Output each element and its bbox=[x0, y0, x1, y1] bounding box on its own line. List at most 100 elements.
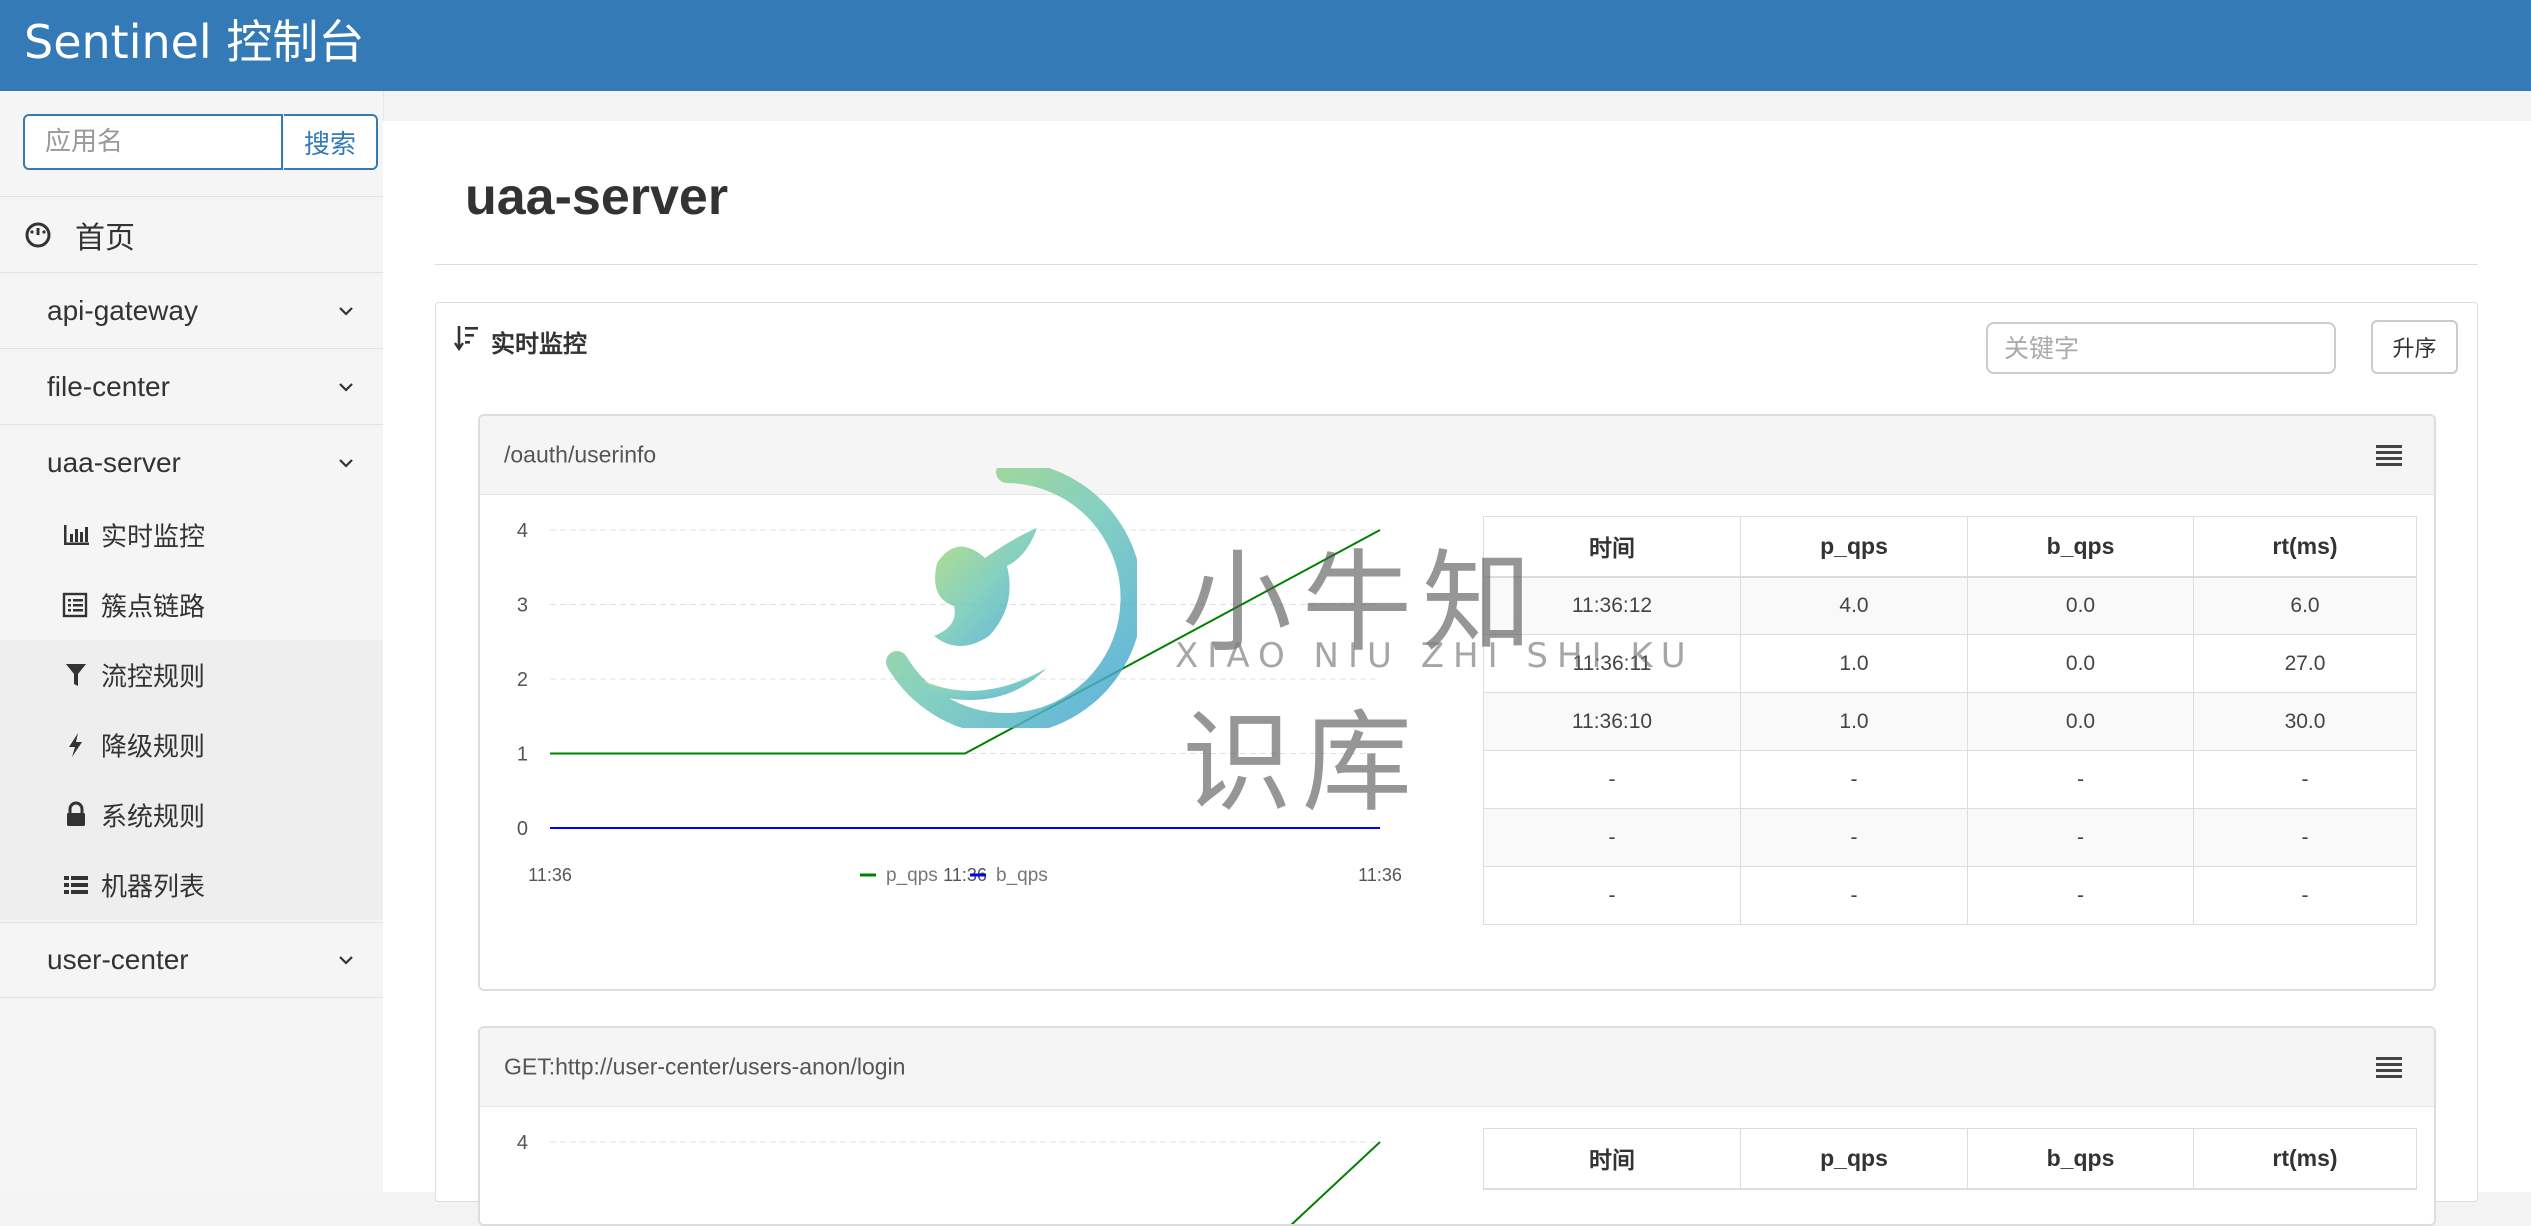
table-row: 11:36:10 1.0 0.0 30.0 bbox=[1483, 692, 2417, 751]
cell-b-qps: - bbox=[1967, 866, 2194, 925]
y-tick-label: 1 bbox=[517, 744, 528, 766]
submenu-label: 流控规则 bbox=[101, 662, 206, 693]
top-navbar: Sentinel 控制台 bbox=[0, 0, 2531, 91]
filter-icon bbox=[66, 664, 86, 686]
y-tick-label: 3 bbox=[517, 595, 528, 617]
metrics-table: 时间 p_qps b_qps rt(ms) bbox=[1483, 1128, 2417, 1190]
metrics-table: 时间 p_qps b_qps rt(ms) 11:36:12 4.0 0.0 6… bbox=[1483, 516, 2417, 925]
resource-line-chart: 4 bbox=[517, 1132, 1381, 1224]
cell-time: - bbox=[1483, 808, 1741, 867]
table-row: 11:36:12 4.0 0.0 6.0 bbox=[1483, 576, 2417, 635]
submenu-machine-list[interactable]: 机器列表 bbox=[0, 850, 383, 920]
series-line-p-qps bbox=[550, 529, 1381, 755]
cell-rt: - bbox=[2193, 750, 2417, 809]
cell-b-qps: 0.0 bbox=[1967, 634, 2194, 693]
cell-time: 11:36:12 bbox=[1483, 576, 1741, 635]
cell-time: - bbox=[1483, 866, 1741, 925]
keyword-input[interactable] bbox=[1986, 322, 2336, 374]
column-header-rt[interactable]: rt(ms) bbox=[2193, 516, 2417, 578]
cell-time: 11:36:10 bbox=[1483, 692, 1741, 751]
resource-card: /oauth/userinfo 0 1 2 3 4 11:36 11:36 11:36 p_qp… bbox=[478, 414, 2436, 991]
flash-icon bbox=[69, 733, 82, 757]
submenu-label: 簇点链路 bbox=[101, 592, 206, 623]
sidebar-item-label: file-center bbox=[47, 370, 170, 402]
column-header-p-qps[interactable]: p_qps bbox=[1740, 1128, 1968, 1190]
chevron-down-icon bbox=[339, 458, 353, 468]
main-content: uaa-server 实时监控 升序 /oauth/userinfo 0 1 2 3 4… bbox=[383, 121, 2531, 1226]
table-row: - - - - bbox=[1483, 808, 2417, 867]
cell-rt: - bbox=[2193, 808, 2417, 867]
realtime-monitor-panel: 实时监控 升序 /oauth/userinfo 0 1 2 3 4 11:36 11:36 1… bbox=[435, 302, 2478, 1226]
lock-icon bbox=[67, 801, 85, 826]
bar-chart-icon bbox=[64, 525, 89, 545]
sort-icon bbox=[454, 326, 478, 352]
brand-title[interactable]: Sentinel 控制台 bbox=[24, 14, 364, 70]
chevron-down-icon bbox=[339, 382, 353, 392]
y-tick-label: 0 bbox=[517, 818, 528, 840]
sort-asc-button[interactable]: 升序 bbox=[2371, 320, 2458, 374]
sidebar-item-home[interactable]: 首页 bbox=[0, 196, 383, 272]
x-tick-label: 11:36 bbox=[528, 865, 572, 885]
cell-rt: 6.0 bbox=[2193, 576, 2417, 635]
page-title: uaa-server bbox=[465, 168, 729, 226]
resource-name: /oauth/userinfo bbox=[504, 441, 657, 468]
cell-b-qps: 0.0 bbox=[1967, 692, 2194, 751]
y-tick-label: 2 bbox=[517, 669, 528, 691]
cell-p-qps: 1.0 bbox=[1740, 634, 1968, 693]
submenu-label: 系统规则 bbox=[101, 802, 206, 833]
cell-rt: - bbox=[2193, 866, 2417, 925]
resource-name: GET:http://user-center/users-anon/login bbox=[504, 1053, 906, 1080]
cell-p-qps: - bbox=[1740, 808, 1968, 867]
cell-time: 11:36:11 bbox=[1483, 634, 1741, 693]
chevron-down-icon bbox=[339, 956, 353, 965]
cell-p-qps: - bbox=[1740, 750, 1968, 809]
sidebar-item-user-center[interactable]: user-center bbox=[0, 922, 383, 998]
cell-p-qps: 1.0 bbox=[1740, 692, 1968, 751]
table-row: - - - - bbox=[1483, 750, 2417, 809]
menu-icon[interactable] bbox=[2376, 444, 2402, 466]
y-tick-label: 4 bbox=[517, 520, 528, 542]
chevron-down-icon bbox=[339, 306, 353, 316]
submenu-system-rules[interactable]: 系统规则 bbox=[0, 780, 383, 850]
submenu-label: 降级规则 bbox=[101, 732, 206, 763]
search-button[interactable]: 搜索 bbox=[284, 114, 378, 170]
submenu-label: 机器列表 bbox=[101, 872, 206, 903]
column-header-p-qps[interactable]: p_qps bbox=[1740, 516, 1968, 578]
resource-card-header: GET:http://user-center/users-anon/login bbox=[480, 1028, 2434, 1107]
sidebar-item-file-center[interactable]: file-center bbox=[0, 348, 383, 424]
app-search-input[interactable] bbox=[23, 114, 283, 170]
submenu-degrade-rules[interactable]: 降级规则 bbox=[0, 710, 383, 780]
resource-card-header: /oauth/userinfo bbox=[480, 416, 2434, 495]
divider bbox=[435, 264, 2478, 265]
legend-label: p_qps bbox=[886, 865, 938, 886]
panel-title: 实时监控 bbox=[491, 330, 587, 358]
column-header-time[interactable]: 时间 bbox=[1483, 1128, 1741, 1190]
cell-p-qps: 4.0 bbox=[1740, 576, 1968, 635]
submenu-cluster-link[interactable]: 簇点链路 bbox=[0, 570, 383, 640]
app-search-group: 搜索 bbox=[23, 114, 378, 170]
column-header-rt[interactable]: rt(ms) bbox=[2193, 1128, 2417, 1190]
sidebar-item-api-gateway[interactable]: api-gateway bbox=[0, 272, 383, 348]
resource-line-chart: 0123411:36 11:36 11:36p_qps b_qps bbox=[517, 520, 1402, 886]
column-header-time[interactable]: 时间 bbox=[1483, 516, 1741, 578]
sidebar-item-label: user-center bbox=[47, 944, 189, 975]
x-tick-label: 11:36 bbox=[1358, 865, 1402, 885]
sidebar-item-uaa-server[interactable]: uaa-server bbox=[0, 424, 383, 500]
table-row: - - - - bbox=[1483, 866, 2417, 925]
column-header-b-qps[interactable]: b_qps bbox=[1967, 1128, 2194, 1190]
sidebar-item-label: uaa-server bbox=[47, 446, 181, 478]
table-header-row: 时间 p_qps b_qps rt(ms) bbox=[1483, 1128, 2417, 1190]
cell-rt: 27.0 bbox=[2193, 634, 2417, 693]
submenu-realtime-monitor[interactable]: 实时监控 bbox=[0, 500, 383, 570]
th-list-icon bbox=[64, 876, 88, 894]
list-icon bbox=[62, 592, 88, 618]
y-tick-label: 4 bbox=[517, 1132, 528, 1154]
column-header-b-qps[interactable]: b_qps bbox=[1967, 516, 2194, 578]
cell-p-qps: - bbox=[1740, 866, 1968, 925]
cell-b-qps: 0.0 bbox=[1967, 576, 2194, 635]
submenu-label: 实时监控 bbox=[101, 522, 206, 553]
menu-icon[interactable] bbox=[2376, 1056, 2402, 1078]
legend-label: b_qps bbox=[996, 865, 1048, 886]
submenu-flow-rules[interactable]: 流控规则 bbox=[0, 640, 383, 710]
sidebar: 搜索 首页 api-gateway file-center uaa-server… bbox=[0, 91, 384, 1192]
